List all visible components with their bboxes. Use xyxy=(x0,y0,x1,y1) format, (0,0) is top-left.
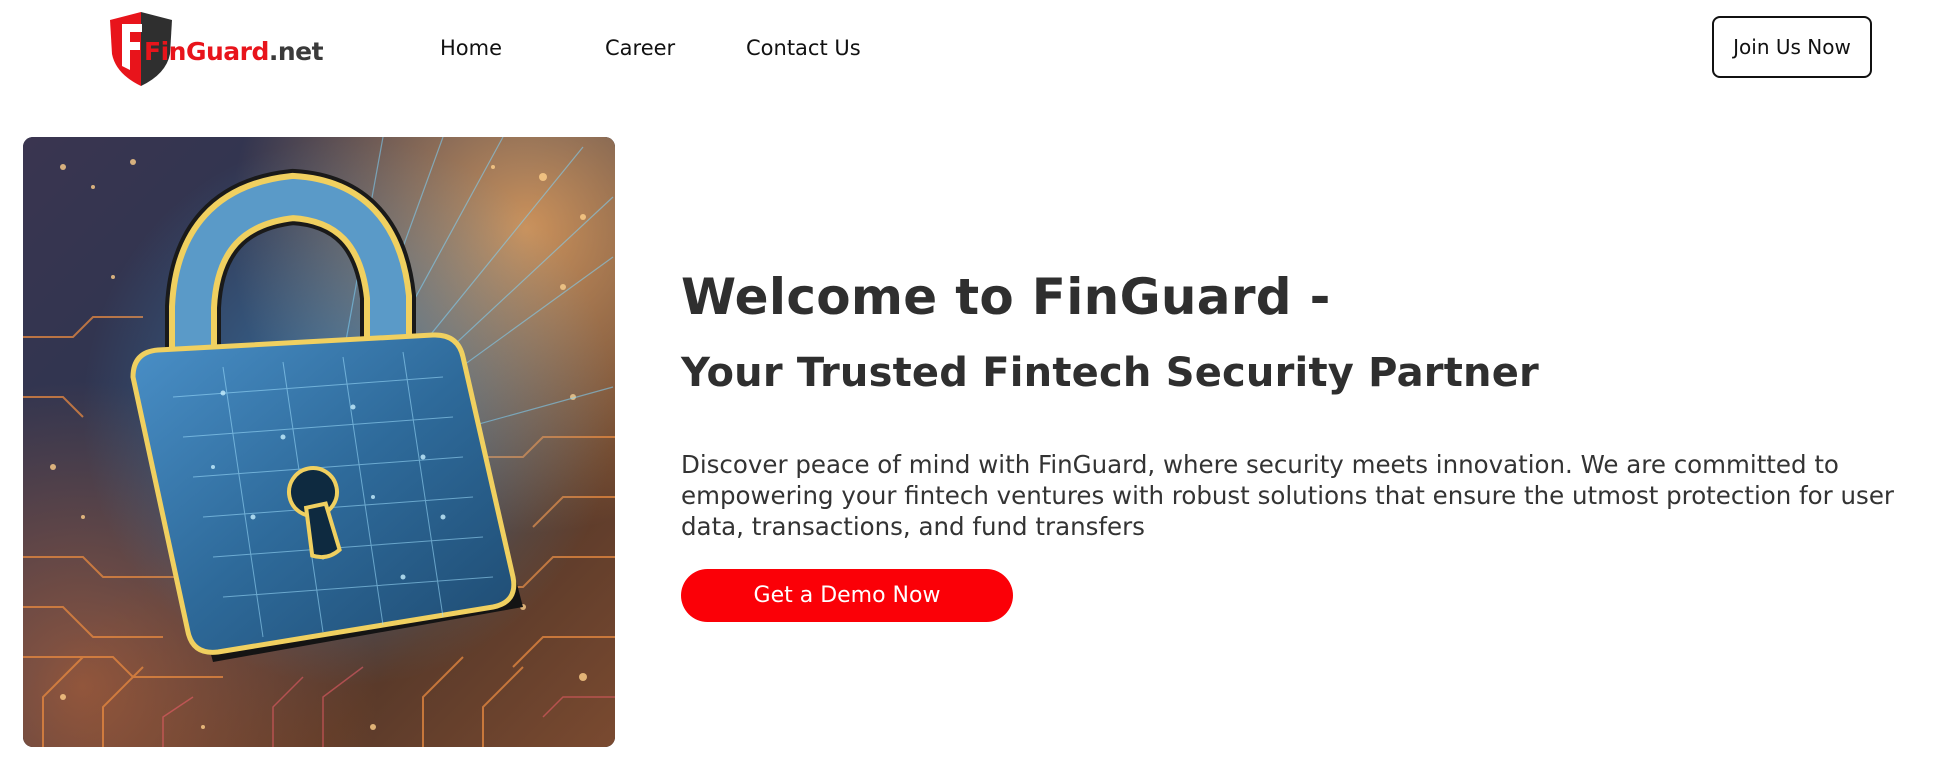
join-us-now-button[interactable]: Join Us Now xyxy=(1712,16,1872,78)
nav-home-link[interactable]: Home xyxy=(440,36,502,60)
logo-brand-text: FinGuard xyxy=(144,37,269,66)
logo-wordmark: FinGuard.net xyxy=(144,37,324,66)
padlock-circuit-icon xyxy=(23,137,615,747)
nav-career-link[interactable]: Career xyxy=(605,36,675,60)
get-demo-button[interactable]: Get a Demo Now xyxy=(681,569,1013,622)
site-header: FinGuard.net Home Career Contact Us Join… xyxy=(0,0,1952,100)
hero-description: Discover peace of mind with FinGuard, wh… xyxy=(681,450,1894,541)
nav-contact-us-link[interactable]: Contact Us xyxy=(746,36,861,60)
finguard-logo[interactable]: FinGuard.net xyxy=(108,10,324,90)
hero-subtitle: Your Trusted Fintech Security Partner xyxy=(681,350,1539,396)
logo-tld-text: .net xyxy=(268,37,324,66)
hero-padlock-image xyxy=(23,137,615,747)
hero-title: Welcome to FinGuard - xyxy=(681,268,1331,326)
